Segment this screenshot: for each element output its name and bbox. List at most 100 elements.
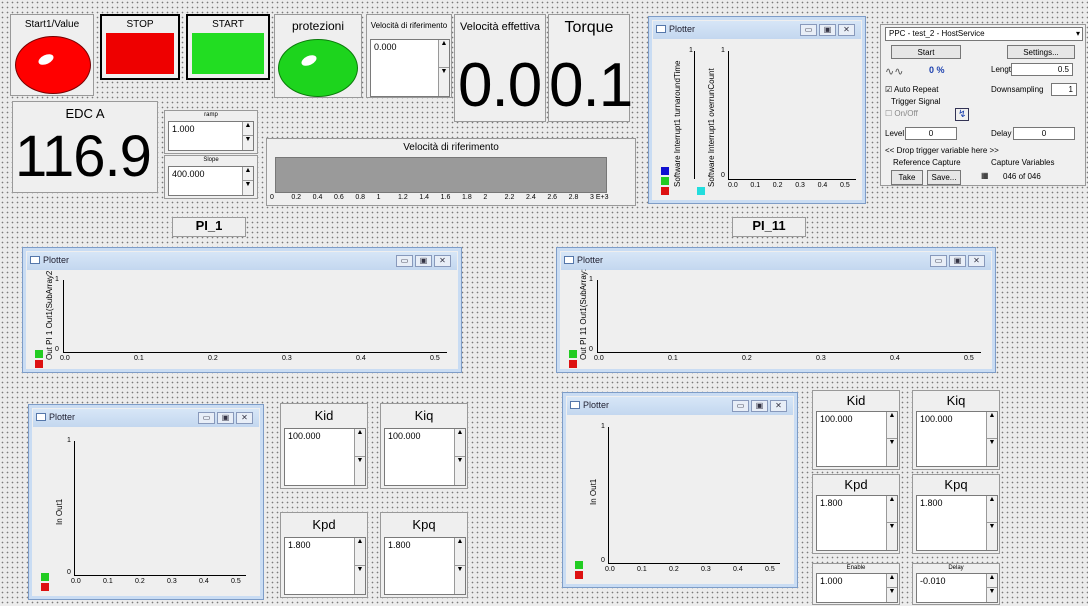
level-label: Level [885,129,905,138]
start-capture-button[interactable]: Start [891,45,961,59]
minimize-button[interactable]: ▭ [198,412,215,424]
plotter-pi1-window: Plotter ▭ ▣ ✕ Out PI 1 Out1(SubArray2 1 0 … [22,247,462,373]
legend-red [661,187,669,195]
kpq-spinner[interactable]: ▲ ▼ [454,538,465,594]
maximize-button[interactable]: ▣ [217,412,234,424]
x-tick-label: 0.0 [594,355,604,362]
kpq-input[interactable]: 1.800 ▲ ▼ [384,537,466,595]
x-tick-label: 2 [483,194,488,201]
minimize-button[interactable]: ▭ [800,24,817,36]
kiq-spinner[interactable]: ▲ ▼ [454,429,465,485]
plotter-in1b-xaxis [608,563,780,564]
legend-green [661,177,669,185]
minimize-button[interactable]: ▭ [732,400,749,412]
slope-spinner[interactable]: ▲ ▼ [242,167,253,195]
x-tick-label: 2.6 [547,194,558,201]
kpd-input[interactable]: 1.800 ▲ ▼ [816,495,898,551]
kpq-input[interactable]: 1.800 ▲ ▼ [916,495,998,551]
x-tick-label: 1.4 [419,194,430,201]
slider-track[interactable] [275,157,607,193]
x-tick-label: 0.5 [964,355,974,362]
delay-input[interactable]: -0.010 ▲ ▼ [916,573,998,603]
trigger-signal-label: Trigger Signal [891,97,941,106]
kid-input[interactable]: 100.000 ▲ ▼ [816,411,898,467]
kpd-label: Kpd [844,477,868,492]
kid-spinner[interactable]: ▲ ▼ [886,412,897,466]
take-button[interactable]: Take [891,170,923,185]
vel-rif-input[interactable]: 0.000 ▲ ▼ [370,39,450,97]
close-button[interactable]: ✕ [434,255,451,267]
enable-spinner[interactable]: ▲ ▼ [886,574,897,602]
onoff-checkbox[interactable]: ☐ On/Off [885,109,918,118]
x-tick-label: 2.2 [504,194,515,201]
plotter-pi1-yaxis [63,280,64,352]
close-button[interactable]: ✕ [236,412,253,424]
ramp-input[interactable]: 1.000 ▲ ▼ [168,121,254,151]
service-select[interactable]: PPC - test_2 - HostService ▾ [885,27,1083,41]
x-tick-label: 0.2 [742,355,752,362]
ramp-spinner[interactable]: ▲ ▼ [242,122,253,150]
maximize-button[interactable]: ▣ [415,255,432,267]
drop-trigger-zone[interactable]: << Drop trigger variable here >> [885,146,999,155]
x-tick-label: 0.0 [60,355,70,362]
vel-rif-spinner[interactable]: ▲ ▼ [438,40,449,96]
settings-button[interactable]: Settings... [1007,45,1075,59]
maximize-button[interactable]: ▣ [949,255,966,267]
plotter-top-yaxis2 [728,51,729,179]
close-button[interactable]: ✕ [770,400,787,412]
kpd-spinner[interactable]: ▲ ▼ [354,538,365,594]
kiq-spinner[interactable]: ▲ ▼ [986,412,997,466]
trigger-edge-icon[interactable]: ↯ [955,108,970,121]
x-tick-label: 2.4 [526,194,536,201]
plotter-pi11-yaxis [597,280,598,352]
plotter-in1b-xticks: 0.0 0.1 0.2 0.3 0.4 0.5 [605,566,782,576]
length-field[interactable]: 0.5 [1011,63,1073,76]
x-tick-label: 0.2 [291,194,302,201]
window-icon [570,401,580,409]
plotter-in1-ylabel: In Out1 [55,498,64,525]
auto-repeat-checkbox[interactable]: ☑ Auto Repeat [885,85,938,94]
plotter-pi11-window: Plotter ▭ ▣ ✕ Out PI 11 Out1(SubArray: 1 0… [556,247,996,373]
legend-green [35,350,43,358]
service-select-value: PPC - test_2 - HostService [889,29,985,38]
kid-input[interactable]: 100.000 ▲ ▼ [284,428,366,486]
x-tick-label: 0.5 [765,566,775,573]
stop-button[interactable]: STOP [100,14,180,80]
ytick-zero: 0 [721,172,725,179]
level-field[interactable]: 0 [905,127,957,140]
delay-spinner[interactable]: ▲ ▼ [986,574,997,602]
delay-field[interactable]: 0 [1013,127,1075,140]
maximize-button[interactable]: ▣ [819,24,836,36]
close-button[interactable]: ✕ [838,24,855,36]
x-tick-label: 0.1 [637,566,647,573]
downsampling-field[interactable]: 1 [1051,83,1077,96]
x-tick-label: 0.1 [134,355,144,362]
kpd-input[interactable]: 1.800 ▲ ▼ [284,537,366,595]
x-tick-label: 1 [376,194,381,201]
stop-label: STOP [126,19,154,30]
x-tick-label: 0.2 [772,182,783,189]
window-icon [36,413,46,421]
kid-spinner[interactable]: ▲ ▼ [354,429,365,485]
delay-label: Delay [991,129,1012,138]
plotter-in1b-title: Plotter [583,400,610,410]
minimize-button[interactable]: ▭ [930,255,947,267]
plotter-in1b-titlebar: Plotter ▭ ▣ ✕ [567,397,793,415]
maximize-button[interactable]: ▣ [751,400,768,412]
slope-input[interactable]: 400.000 ▲ ▼ [168,166,254,196]
kiq-input[interactable]: 100.000 ▲ ▼ [916,411,998,467]
minimize-button[interactable]: ▭ [396,255,413,267]
start-button[interactable]: START [186,14,270,80]
window-icon [564,256,574,264]
x-tick-label: 0.0 [728,182,738,189]
enable-input[interactable]: 1.000 ▲ ▼ [816,573,898,603]
kpq-spinner[interactable]: ▲ ▼ [986,496,997,550]
kpd-spinner[interactable]: ▲ ▼ [886,496,897,550]
x-tick-label: 1.2 [398,194,408,201]
save-button[interactable]: Save... [927,170,961,185]
start-value-led [15,36,91,94]
x-tick-label: 0.3 [167,578,177,585]
kiq-input[interactable]: 100.000 ▲ ▼ [384,428,466,486]
kpq-label: Kpq [944,477,968,492]
close-button[interactable]: ✕ [968,255,985,267]
